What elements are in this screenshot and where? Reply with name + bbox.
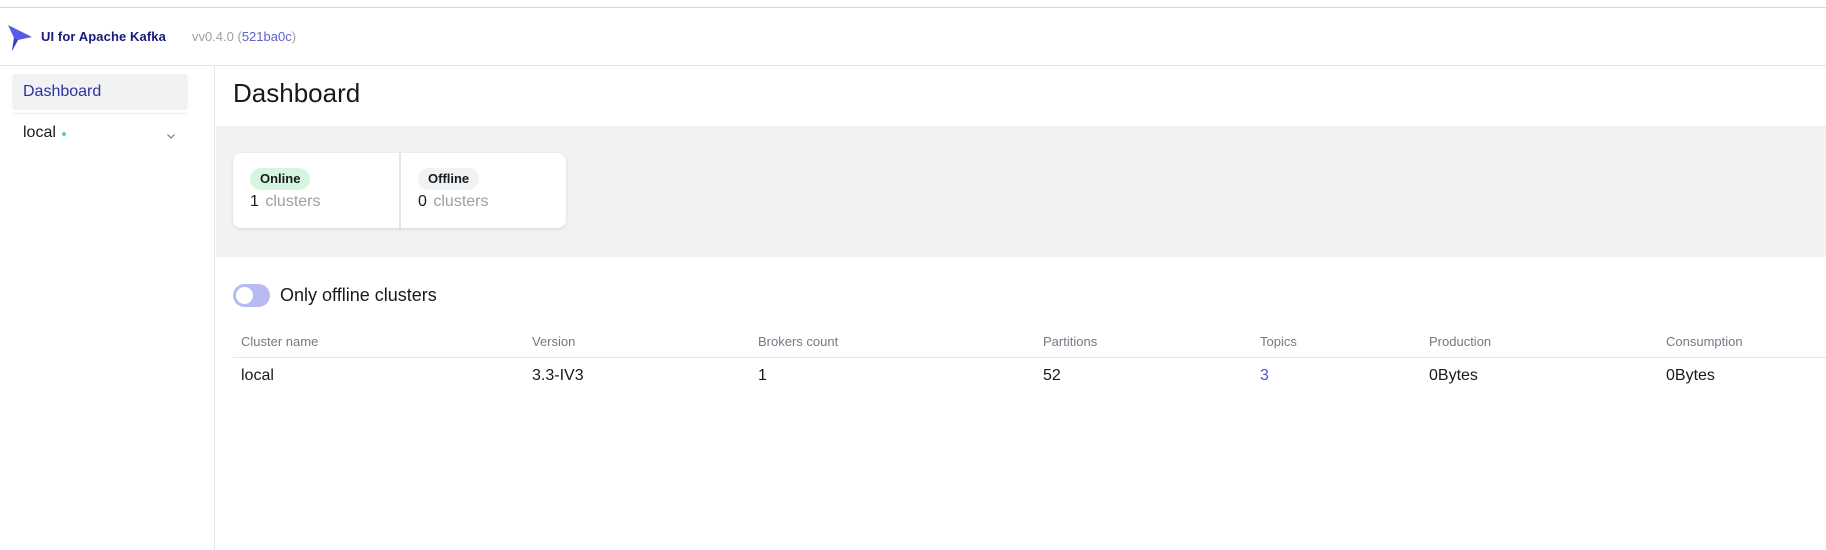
offline-badge: Offline [418,168,480,190]
version-suffix: ) [291,29,297,44]
cell-partitions: 52 [1043,367,1061,384]
cell-version: 3.3-IV3 [532,367,584,384]
toggle-knob [236,287,253,304]
cluster-stats-section: Online 1 clusters Offline 0 clusters [216,126,1826,257]
cell-production: 0Bytes [1429,367,1478,384]
app-title: UI for Apache Kafka [41,29,166,44]
top-navbar: UI for Apache Kafka vv0.4.0 (521ba0c) [0,8,1826,66]
browser-top-border [0,0,1826,8]
sidebar-divider [12,113,188,114]
main-content: Dashboard Online 1 clusters Offline 0 cl… [216,66,1826,550]
cell-cluster-name: local [241,367,274,384]
sidebar-item-dashboard[interactable]: Dashboard [12,74,188,110]
column-header-topics[interactable]: Topics [1260,334,1297,349]
online-badge: Online [250,168,311,190]
clusters-unit: clusters [265,193,321,210]
column-header-partitions[interactable]: Partitions [1043,334,1097,349]
only-offline-toggle[interactable] [233,284,270,307]
clusters-table: Cluster name Version Brokers count Parti… [233,334,1826,394]
sidebar-item-local[interactable]: local [12,115,188,151]
offline-clusters-count-line: 0 clusters [418,193,548,211]
commit-link[interactable]: 521ba0c [242,29,292,44]
table-header: Cluster name Version Brokers count Parti… [233,334,1826,358]
cell-consumption: 0Bytes [1666,367,1715,384]
app-logo-link[interactable]: UI for Apache Kafka [6,21,166,53]
column-header-cluster-name[interactable]: Cluster name [241,334,318,349]
offline-clusters-count: 0 [418,193,427,210]
column-header-brokers-count[interactable]: Brokers count [758,334,838,349]
offline-filter: Only offline clusters [233,284,437,307]
version-number: vv0.4.0 ( [191,29,242,44]
kafka-ui-logo-icon [6,21,34,53]
chevron-down-icon[interactable] [166,128,176,139]
column-header-version[interactable]: Version [532,334,575,349]
online-clusters-count: 1 [250,193,259,210]
online-status-dot [61,132,66,136]
sidebar-item-label: Dashboard [23,83,102,100]
column-header-production[interactable]: Production [1429,334,1491,349]
cell-topics-link[interactable]: 3 [1260,367,1269,385]
online-clusters-stat: Online 1 clusters [233,153,399,228]
only-offline-label: Only offline clusters [280,285,437,305]
page-title: Dashboard [233,78,361,108]
offline-clusters-stat: Offline 0 clusters [399,153,565,228]
app-version: vv0.4.0 (521ba0c) [192,29,296,44]
column-header-consumption[interactable]: Consumption [1666,334,1743,349]
cell-brokers-count: 1 [758,367,767,384]
online-clusters-count-line: 1 clusters [250,193,382,211]
sidebar: Dashboard local [0,66,215,550]
table-row: local 3.3-IV3 1 52 3 0Bytes 0Bytes [233,358,1826,394]
cluster-stats-card: Online 1 clusters Offline 0 clusters [233,153,566,228]
sidebar-item-label: local [23,124,56,141]
clusters-unit: clusters [433,193,489,210]
